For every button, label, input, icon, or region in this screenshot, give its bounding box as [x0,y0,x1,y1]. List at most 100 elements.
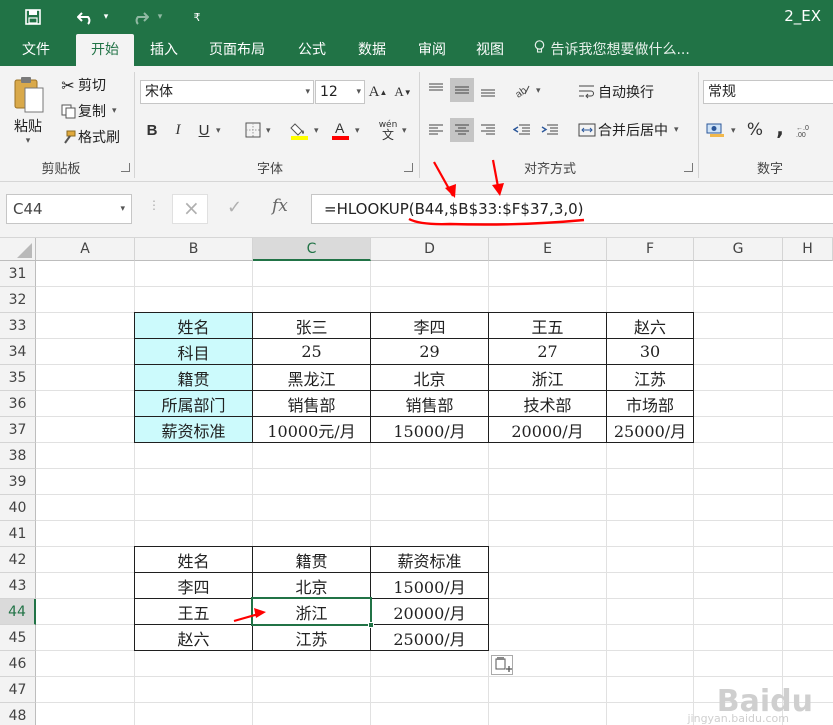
row-header-42[interactable]: 42 [0,547,36,573]
fill-color-icon[interactable] [288,118,312,142]
table1-cell[interactable]: 北京 [371,365,489,391]
table1-cell[interactable]: 赵六 [607,312,694,339]
row-header-41[interactable]: 41 [0,521,36,547]
phonetic-dropdown-icon[interactable]: ▾ [402,126,407,136]
increase-font-icon[interactable]: A ▲ [366,80,390,104]
table1-cell[interactable]: 25000/月 [607,417,694,443]
table1-cell[interactable]: 张三 [253,312,371,339]
alignment-launcher-icon[interactable] [684,163,693,172]
table2-cell[interactable]: 赵六 [134,625,253,651]
align-right-icon[interactable] [476,118,500,142]
tab-review[interactable]: 审阅 [406,34,458,66]
row-header-35[interactable]: 35 [0,365,36,391]
name-box[interactable]: C44 ▾ [6,194,132,224]
cut-button[interactable]: ✂ 剪切 [58,74,106,96]
tab-page-layout[interactable]: 页面布局 [198,34,276,66]
fill-color-dropdown-icon[interactable]: ▾ [314,126,319,136]
column-header-b[interactable]: B [135,238,253,261]
table2-cell[interactable]: 姓名 [134,546,253,573]
column-header-f[interactable]: F [607,238,694,261]
table1-cell[interactable]: 所属部门 [134,391,253,417]
italic-button[interactable]: I [166,118,190,142]
comma-style-button[interactable]: , [768,116,792,140]
row-header-44[interactable]: 44 [0,599,36,625]
select-all-corner[interactable] [0,238,36,261]
table1-cell[interactable]: 技术部 [489,391,607,417]
phonetic-icon[interactable]: wén 文 [376,118,400,142]
column-header-e[interactable]: E [489,238,607,261]
cancel-icon[interactable]: × [183,196,200,220]
row-header-33[interactable]: 33 [0,313,36,339]
align-center-icon[interactable] [450,118,474,142]
font-size-dropdown[interactable]: 12 ▾ [315,80,365,104]
table1-cell[interactable]: 姓名 [134,312,253,339]
table1-cell[interactable]: 黑龙江 [253,365,371,391]
column-header-d[interactable]: D [371,238,489,261]
row-header-37[interactable]: 37 [0,417,36,443]
paste-button[interactable]: 粘贴 ▾ [8,74,48,154]
bold-button[interactable]: B [140,118,164,142]
borders-dropdown-icon[interactable]: ▾ [266,126,271,136]
insert-function-icon[interactable]: fx [272,196,288,216]
format-painter-button[interactable]: 格式刷 [58,126,120,148]
tab-formulas[interactable]: 公式 [286,34,338,66]
undo-icon[interactable] [74,6,98,28]
fill-handle[interactable] [368,622,374,628]
table2-cell[interactable]: 江苏 [253,625,371,651]
table1-cell[interactable]: 27 [489,339,607,365]
copy-button[interactable]: 复制 ▾ [58,100,117,122]
redo-dropdown-icon[interactable]: ▾ [154,6,166,28]
table1-cell[interactable]: 25 [253,339,371,365]
table2-cell[interactable]: 15000/月 [371,573,489,599]
table1-cell[interactable]: 王五 [489,312,607,339]
font-launcher-icon[interactable] [404,163,413,172]
table1-cell[interactable]: 科目 [134,339,253,365]
table1-cell[interactable]: 浙江 [489,365,607,391]
table1-cell[interactable]: 市场部 [607,391,694,417]
row-header-40[interactable]: 40 [0,495,36,521]
increase-decimal-icon[interactable]: ←.0.00 [796,118,820,142]
table1-cell[interactable]: 薪资标准 [134,417,253,443]
decrease-font-icon[interactable]: A ▼ [391,80,415,104]
orientation-icon[interactable]: ab [510,78,534,102]
table2-cell[interactable]: 李四 [134,573,253,599]
row-header-36[interactable]: 36 [0,391,36,417]
row-header-46[interactable]: 46 [0,651,36,677]
table1-cell[interactable]: 李四 [371,312,489,339]
table1-cell[interactable]: 30 [607,339,694,365]
row-header-45[interactable]: 45 [0,625,36,651]
table2-cell[interactable]: 20000/月 [371,599,489,625]
redo-icon[interactable] [128,6,152,28]
decrease-indent-icon[interactable] [510,118,534,142]
table2-cell[interactable]: 王五 [134,599,253,625]
table1-cell[interactable]: 10000元/月 [253,417,371,443]
column-header-g[interactable]: G [694,238,783,261]
font-color-icon[interactable]: A [329,118,353,142]
table2-cell[interactable]: 北京 [253,573,371,599]
number-format-dropdown[interactable]: 常规 [703,80,833,104]
accounting-format-icon[interactable] [704,118,728,142]
enter-icon[interactable]: ✓ [227,197,242,218]
font-name-dropdown[interactable]: 宋体 ▾ [140,80,314,104]
column-header-c[interactable]: C [253,238,371,261]
customize-qat-icon[interactable]: ₹ [190,6,204,28]
row-header-47[interactable]: 47 [0,677,36,703]
orientation-dropdown-icon[interactable]: ▾ [536,86,541,96]
row-header-39[interactable]: 39 [0,469,36,495]
active-cell-selection[interactable] [251,597,372,626]
column-header-h[interactable]: H [783,238,833,261]
underline-button[interactable]: U [192,118,216,142]
table1-cell[interactable]: 15000/月 [371,417,489,443]
row-header-32[interactable]: 32 [0,287,36,313]
percent-style-button[interactable]: % [743,118,767,142]
merge-center-button[interactable]: 合并后居中 ▾ [576,118,679,142]
font-color-dropdown-icon[interactable]: ▾ [355,126,360,136]
tab-file[interactable]: 文件 [8,34,64,66]
table2-cell[interactable]: 25000/月 [371,625,489,651]
worksheet-grid[interactable]: ABCDEFGH 31 32 33 34 35 36 37 38 39 40 41 42 43 44 45 4… [0,238,833,725]
table2-cell[interactable]: 籍贯 [253,546,371,573]
tab-insert[interactable]: 插入 [138,34,190,66]
table1-cell[interactable]: 29 [371,339,489,365]
table1-cell[interactable]: 籍贯 [134,365,253,391]
align-bottom-icon[interactable] [476,78,500,102]
